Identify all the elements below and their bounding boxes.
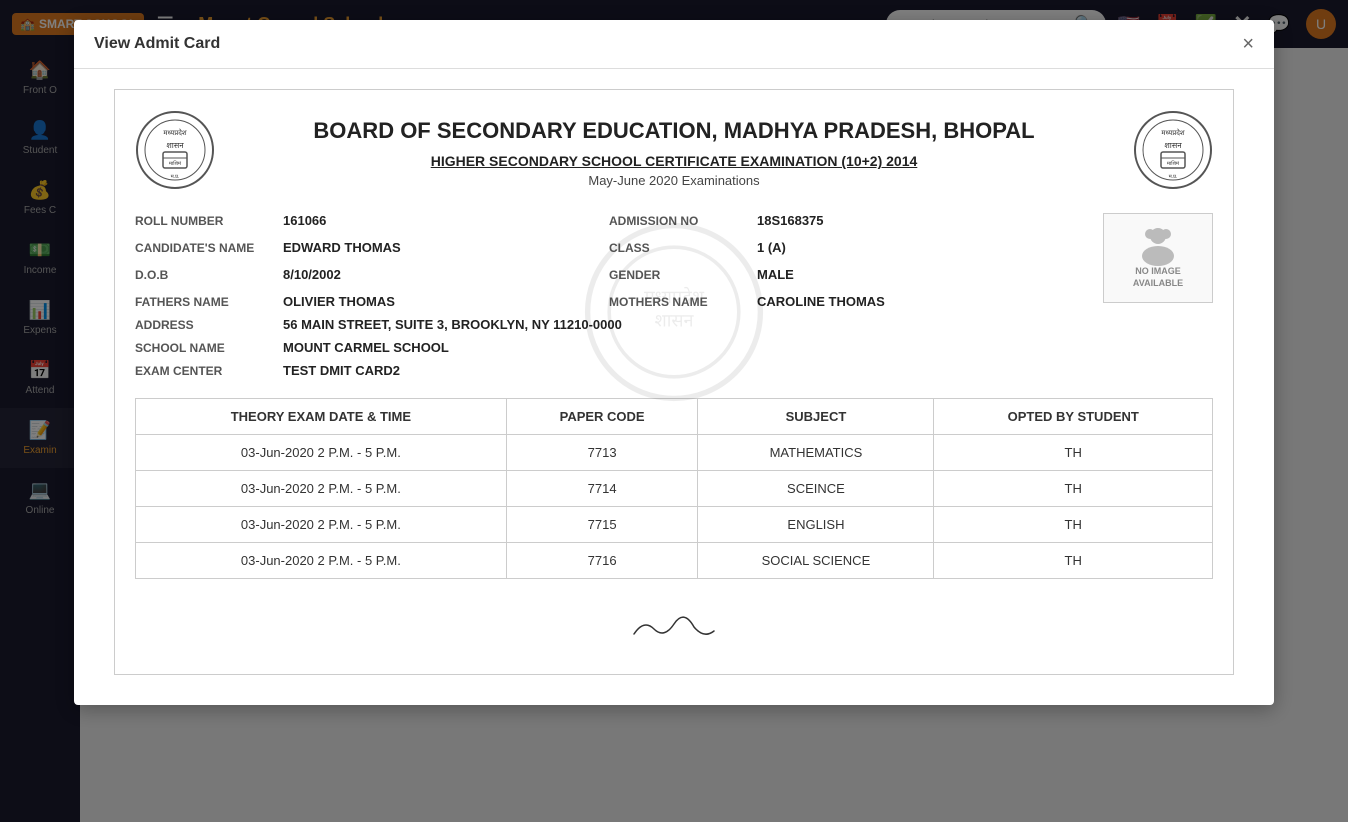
modal-close-button[interactable]: × <box>1242 34 1254 54</box>
dob-label: D.O.B <box>135 268 275 282</box>
admission-no-label: ADMISSION NO <box>609 214 749 228</box>
student-info-section: ROLL NUMBER 161066 ADMISSION NO 18S16837… <box>135 209 1213 382</box>
col-header-paper: PAPER CODE <box>506 399 698 435</box>
roll-number-label: ROLL NUMBER <box>135 214 275 228</box>
exam-date-cell-3: 03-Jun-2020 2 P.M. - 5 P.M. <box>136 543 507 579</box>
right-logo: मध्यप्रदेश शासन माशिमं म.प्र. <box>1133 110 1213 195</box>
signature-area <box>135 599 1213 654</box>
modal-overlay: View Admit Card × मध्यप्रदेश शासन <box>0 0 1348 822</box>
table-header-row: THEORY EXAM DATE & TIME PAPER CODE SUBJE… <box>136 399 1213 435</box>
board-name: BOARD OF SECONDARY EDUCATION, MADHYA PRA… <box>235 117 1113 146</box>
admit-card: मध्यप्रदेश शासन माशिमं म.प्र. BOARD OF S… <box>114 89 1234 675</box>
table-row: 03-Jun-2020 2 P.M. - 5 P.M. 7716 SOCIAL … <box>136 543 1213 579</box>
no-image-label: NO IMAGE AVAILABLE <box>1133 266 1183 289</box>
gender-label: GENDER <box>609 268 749 282</box>
opted-cell-0: TH <box>934 435 1213 471</box>
info-left: ROLL NUMBER 161066 ADMISSION NO 18S16837… <box>135 209 1083 382</box>
candidate-name-row: CANDIDATE'S NAME EDWARD THOMAS <box>135 236 609 259</box>
svg-text:मध्यप्रदेश: मध्यप्रदेश <box>163 128 187 137</box>
paper-code-cell-1: 7714 <box>506 471 698 507</box>
table-row: 03-Jun-2020 2 P.M. - 5 P.M. 7714 SCEINCE… <box>136 471 1213 507</box>
exam-dates: May-June 2020 Examinations <box>235 173 1113 188</box>
exam-date-cell-2: 03-Jun-2020 2 P.M. - 5 P.M. <box>136 507 507 543</box>
svg-text:माशिमं: माशिमं <box>1167 160 1180 167</box>
svg-text:म.प्र.: म.प्र. <box>1169 174 1178 180</box>
roll-number-row: ROLL NUMBER 161066 <box>135 209 609 232</box>
col-header-date: THEORY EXAM DATE & TIME <box>136 399 507 435</box>
mothers-name-label: MOTHERS NAME <box>609 295 749 309</box>
address-value: 56 MAIN STREET, SUITE 3, BROOKLYN, NY 11… <box>283 317 622 332</box>
mothers-name-value: CAROLINE THOMAS <box>757 294 885 309</box>
svg-text:म.प्र.: म.प्र. <box>171 174 180 180</box>
admission-no-row: ADMISSION NO 18S168375 <box>609 209 1083 232</box>
subject-cell-2: ENGLISH <box>698 507 934 543</box>
gender-value: MALE <box>757 267 794 282</box>
school-name-label: SCHOOL NAME <box>135 341 275 355</box>
left-logo: मध्यप्रदेश शासन माशिमं म.प्र. <box>135 110 215 195</box>
exam-center-row: EXAM CENTER TEST DMIT CARD2 <box>135 359 1083 382</box>
svg-text:शासन: शासन <box>166 141 184 150</box>
subject-cell-0: MATHEMATICS <box>698 435 934 471</box>
table-row: 03-Jun-2020 2 P.M. - 5 P.M. 7715 ENGLISH… <box>136 507 1213 543</box>
fathers-name-label: FATHERS NAME <box>135 295 275 309</box>
admit-card-modal: View Admit Card × मध्यप्रदेश शासन <box>74 20 1274 705</box>
admission-no-value: 18S168375 <box>757 213 824 228</box>
exam-title: HIGHER SECONDARY SCHOOL CERTIFICATE EXAM… <box>235 153 1113 169</box>
col-header-opted: OPTED BY STUDENT <box>934 399 1213 435</box>
board-title-block: BOARD OF SECONDARY EDUCATION, MADHYA PRA… <box>215 117 1133 189</box>
paper-code-cell-2: 7715 <box>506 507 698 543</box>
fathers-name-value: OLIVIER THOMAS <box>283 294 395 309</box>
col-header-subject: SUBJECT <box>698 399 934 435</box>
exam-date-cell-1: 03-Jun-2020 2 P.M. - 5 P.M. <box>136 471 507 507</box>
opted-cell-1: TH <box>934 471 1213 507</box>
class-label: CLASS <box>609 241 749 255</box>
exam-center-label: EXAM CENTER <box>135 364 275 378</box>
svg-text:मध्यप्रदेश: मध्यप्रदेश <box>1161 128 1185 137</box>
student-photo: NO IMAGE AVAILABLE <box>1103 213 1213 303</box>
school-name-value: MOUNT CARMEL SCHOOL <box>283 340 449 355</box>
class-value: 1 (A) <box>757 240 786 255</box>
candidate-name-label: CANDIDATE'S NAME <box>135 241 275 255</box>
subject-cell-1: SCEINCE <box>698 471 934 507</box>
modal-header: View Admit Card × <box>74 20 1274 69</box>
dob-row: D.O.B 8/10/2002 <box>135 263 609 286</box>
gender-row: GENDER MALE <box>609 263 1083 286</box>
table-row: 03-Jun-2020 2 P.M. - 5 P.M. 7713 MATHEMA… <box>136 435 1213 471</box>
admit-card-header: मध्यप्रदेश शासन माशिमं म.प्र. BOARD OF S… <box>135 110 1213 195</box>
modal-body: मध्यप्रदेश शासन माशिमं म.प्र. BOARD OF S… <box>74 69 1274 705</box>
address-label: ADDRESS <box>135 318 275 332</box>
roll-number-value: 161066 <box>283 213 326 228</box>
exam-schedule-table: THEORY EXAM DATE & TIME PAPER CODE SUBJE… <box>135 398 1213 579</box>
school-name-row: SCHOOL NAME MOUNT CARMEL SCHOOL <box>135 336 1083 359</box>
svg-text:माशिमं: माशिमं <box>169 160 182 167</box>
address-row: ADDRESS 56 MAIN STREET, SUITE 3, BROOKLY… <box>135 313 1083 336</box>
opted-cell-2: TH <box>934 507 1213 543</box>
exam-date-cell-0: 03-Jun-2020 2 P.M. - 5 P.M. <box>136 435 507 471</box>
signature-icon <box>614 599 734 649</box>
dob-value: 8/10/2002 <box>283 267 341 282</box>
paper-code-cell-0: 7713 <box>506 435 698 471</box>
mothers-name-row: MOTHERS NAME CAROLINE THOMAS <box>609 290 1083 313</box>
subject-cell-3: SOCIAL SCIENCE <box>698 543 934 579</box>
paper-code-cell-3: 7716 <box>506 543 698 579</box>
fathers-name-row: FATHERS NAME OLIVIER THOMAS <box>135 290 609 313</box>
class-row: CLASS 1 (A) <box>609 236 1083 259</box>
modal-title: View Admit Card <box>94 35 220 53</box>
exam-center-value: TEST DMIT CARD2 <box>283 363 400 378</box>
candidate-name-value: EDWARD THOMAS <box>283 240 401 255</box>
opted-cell-3: TH <box>934 543 1213 579</box>
person-silhouette-icon <box>1133 226 1183 266</box>
svg-text:शासन: शासन <box>1164 141 1182 150</box>
